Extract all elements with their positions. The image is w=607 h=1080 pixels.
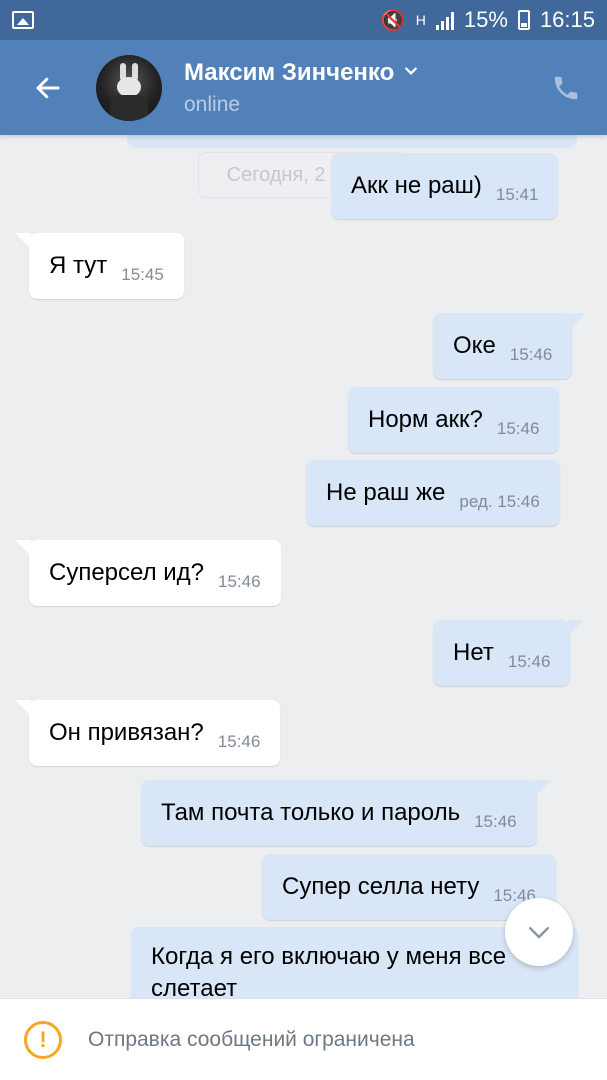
message-time: 15:46 — [509, 345, 553, 364]
message-text: Суперсел ид? — [49, 559, 205, 586]
mute-icon: 🔇 — [380, 9, 406, 32]
partial-message-bubble — [127, 135, 577, 148]
call-button[interactable] — [531, 40, 601, 135]
message-outgoing[interactable]: Нет 15:46 — [433, 620, 585, 686]
restriction-banner: ! Отправка сообщений ограничена — [0, 998, 607, 1080]
phone-icon — [554, 76, 578, 99]
contact-status: online — [184, 92, 241, 116]
clock: 16:15 — [539, 7, 595, 32]
battery-icon — [517, 10, 530, 30]
chevron-down-icon — [529, 927, 549, 939]
message-incoming[interactable]: Я тут 15:45 — [15, 233, 184, 299]
message-text: Норм акк? — [368, 406, 483, 433]
back-button[interactable] — [0, 40, 96, 135]
chat-header: Максим Зинченко online — [0, 40, 607, 135]
message-outgoing[interactable]: Там почта только и пароль 15:46 — [141, 780, 551, 846]
message-text: Там почта только и пароль — [161, 799, 461, 826]
battery-percent: 15% — [463, 7, 508, 32]
message-outgoing[interactable]: Не раш же ред. 15:46 — [306, 460, 560, 526]
message-time: 15:46 — [474, 812, 517, 831]
message-outgoing[interactable]: Акк не раш) 15:41 — [331, 153, 559, 219]
warning-icon: ! — [24, 1020, 62, 1059]
message-outgoing[interactable]: Оке 15:46 — [433, 313, 587, 379]
message-time: 15:45 — [121, 265, 164, 284]
message-text: Когда я его включаю у меня все слетает — [151, 943, 507, 998]
contact-title[interactable]: Максим Зинченко online — [184, 59, 531, 117]
message-text: Оке — [453, 332, 496, 359]
message-time: 15:46 — [217, 732, 261, 751]
message-time: 15:41 — [495, 185, 539, 204]
message-text: Супер селла нету — [282, 873, 480, 900]
status-bar-right: 🔇 H 15% 16:15 — [381, 7, 595, 33]
message-text: Акк не раш) — [351, 172, 482, 199]
message-time: 15:46 — [496, 419, 540, 438]
message-incoming[interactable]: Суперсел ид? 15:46 — [15, 540, 281, 606]
arrow-left-icon — [36, 77, 60, 98]
message-list[interactable]: Сегодня, 2 июля Акк не раш) 15:41 Я тут … — [0, 135, 607, 998]
restriction-text: Отправка сообщений ограничена — [88, 1027, 415, 1051]
signal-icon — [435, 10, 454, 30]
message-outgoing[interactable]: Норм акк? 15:46 — [348, 387, 560, 453]
network-label: H — [415, 12, 426, 28]
contact-name: Максим Зинченко — [184, 58, 395, 86]
message-time: ред. 15:46 — [459, 492, 540, 511]
message-time: 15:46 — [218, 572, 261, 591]
scroll-down-button[interactable] — [505, 898, 573, 966]
gallery-icon — [12, 11, 34, 29]
message-time: 15:46 — [507, 652, 551, 671]
message-text: Нет — [453, 639, 494, 666]
message-text: Он привязан? — [49, 719, 204, 746]
avatar[interactable] — [96, 54, 162, 121]
chevron-down-icon — [405, 67, 418, 75]
message-text: Не раш же — [326, 479, 446, 506]
status-bar: 🔇 H 15% 16:15 — [0, 0, 607, 40]
message-incoming[interactable]: Он привязан? 15:46 — [14, 700, 281, 766]
message-text: Я тут — [49, 252, 108, 279]
